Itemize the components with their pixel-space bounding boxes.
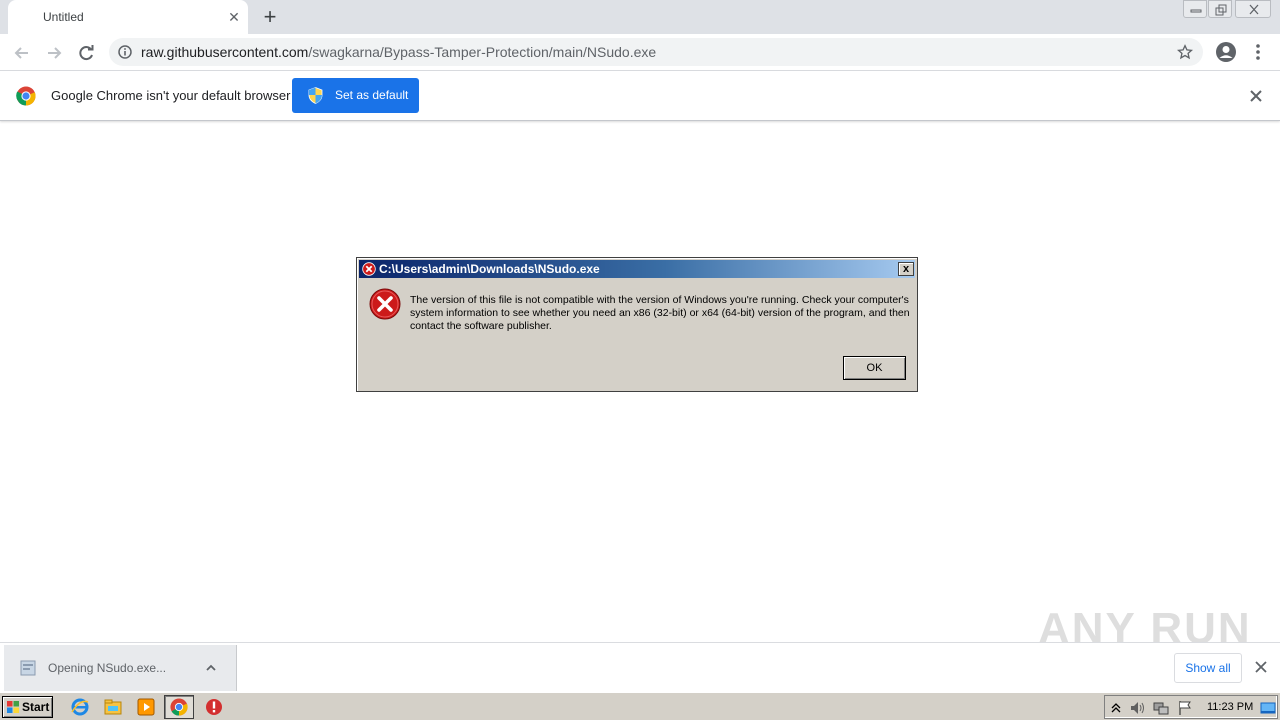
restore-button[interactable] <box>1208 0 1232 18</box>
restore-icon <box>1215 4 1227 16</box>
bookmark-star-icon[interactable] <box>1177 44 1193 60</box>
forward-arrow-icon[interactable] <box>43 42 65 64</box>
file-icon <box>20 660 36 676</box>
infobar-close-icon[interactable] <box>1247 87 1265 105</box>
chrome-logo-icon <box>16 86 36 106</box>
action-center-flag-icon[interactable] <box>1177 700 1193 716</box>
address-bar[interactable]: raw.githubusercontent.com/swagkarna/Bypa… <box>109 38 1203 66</box>
taskbar-clock[interactable]: 11:23 PM <box>1207 701 1253 713</box>
minimize-button[interactable] <box>1183 0 1207 18</box>
internet-explorer-icon[interactable] <box>70 697 90 717</box>
browser-tab[interactable]: Untitled ✕ <box>8 0 248 34</box>
start-button[interactable]: Start <box>2 696 53 718</box>
infobar-message: Google Chrome isn't your default browser <box>51 88 291 103</box>
screen: Untitled ✕ + raw.githubusercontent.com/s… <box>0 0 1280 720</box>
dialog-title: C:\Users\admin\Downloads\NSudo.exe <box>379 262 600 276</box>
back-arrow-icon[interactable] <box>11 42 33 64</box>
profile-avatar-icon[interactable] <box>1215 41 1237 63</box>
url-host: raw.githubusercontent.com <box>141 44 309 60</box>
browser-toolbar: raw.githubusercontent.com/swagkarna/Bypa… <box>0 34 1280 71</box>
reload-icon[interactable] <box>75 42 97 64</box>
error-small-icon <box>362 262 376 276</box>
tab-close-icon[interactable]: ✕ <box>226 9 242 25</box>
close-icon <box>1249 4 1259 15</box>
set-as-default-label: Set as default <box>335 88 409 102</box>
download-item[interactable]: Opening NSudo.exe... <box>4 645 237 691</box>
chrome-taskbar-icon <box>170 698 188 716</box>
chevron-up-icon[interactable] <box>204 661 218 675</box>
error-icon <box>369 288 401 320</box>
set-as-default-button[interactable]: Set as default <box>292 78 419 113</box>
network-icon[interactable] <box>1153 700 1169 716</box>
show-all-button[interactable]: Show all <box>1174 653 1242 683</box>
system-tray: 11:23 PM <box>1104 695 1278 719</box>
default-browser-infobar: Google Chrome isn't your default browser… <box>0 71 1280 121</box>
volume-icon[interactable] <box>1129 700 1145 716</box>
taskbar: Start 11:23 PM <box>0 692 1280 720</box>
show-desktop-icon[interactable] <box>1260 700 1276 716</box>
tab-strip: Untitled ✕ + <box>0 0 1280 34</box>
dialog-titlebar[interactable]: C:\Users\admin\Downloads\NSudo.exe x <box>359 260 915 278</box>
info-icon[interactable] <box>118 45 132 59</box>
dialog-close-button[interactable]: x <box>898 262 914 276</box>
tab-title: Untitled <box>43 10 84 24</box>
chrome-taskbar-button[interactable] <box>164 695 194 719</box>
error-dialog: C:\Users\admin\Downloads\NSudo.exe x The… <box>356 257 918 392</box>
stop-sign-icon[interactable] <box>204 697 224 717</box>
download-item-label: Opening NSudo.exe... <box>48 661 167 675</box>
media-player-icon[interactable] <box>136 697 156 717</box>
download-shelf: Opening NSudo.exe... Show all <box>0 642 1280 692</box>
shelf-close-icon[interactable] <box>1254 660 1268 674</box>
uac-shield-icon <box>308 87 323 104</box>
file-explorer-icon[interactable] <box>103 697 123 717</box>
window-close-button[interactable] <box>1235 0 1271 18</box>
new-tab-icon[interactable]: + <box>260 6 280 28</box>
url-text[interactable]: raw.githubusercontent.com/swagkarna/Bypa… <box>141 44 656 60</box>
ok-button[interactable]: OK <box>843 356 906 380</box>
tray-expand-icon[interactable] <box>1110 701 1122 713</box>
minimize-icon <box>1190 9 1202 13</box>
dialog-message: The version of this file is not compatib… <box>410 294 910 332</box>
windows-logo-icon <box>7 701 19 713</box>
url-path: /swagkarna/Bypass-Tamper-Protection/main… <box>308 44 657 60</box>
start-label: Start <box>22 700 50 714</box>
menu-kebab-icon[interactable] <box>1252 42 1264 62</box>
